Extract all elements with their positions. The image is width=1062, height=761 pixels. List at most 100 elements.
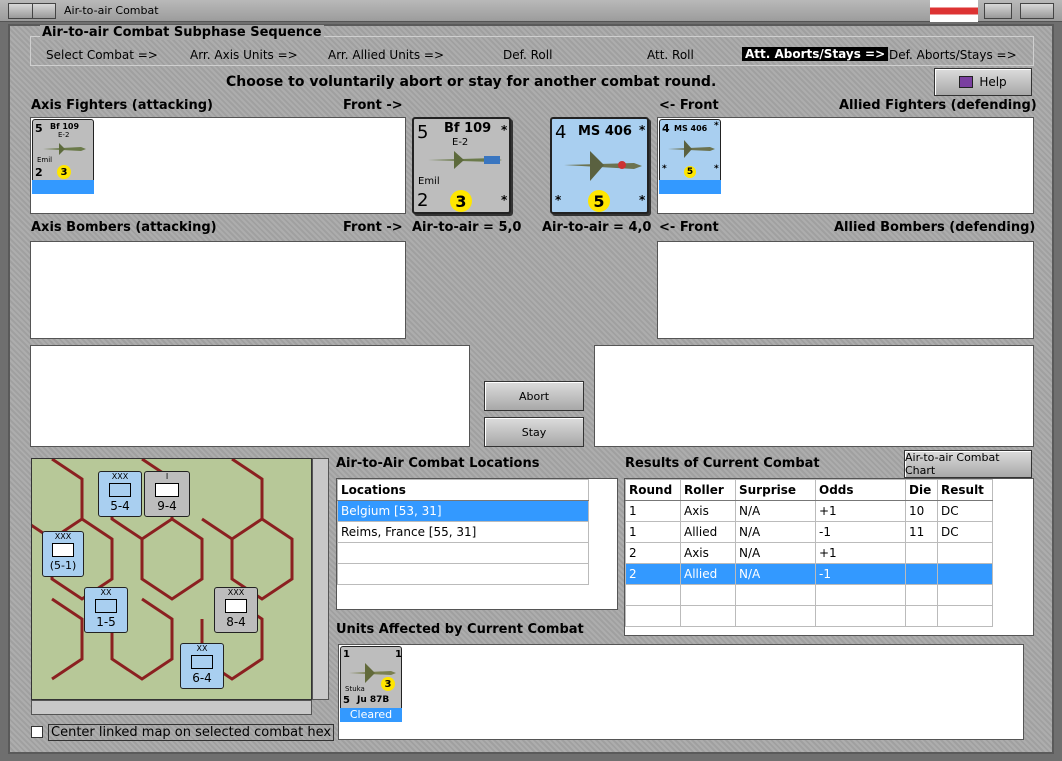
help-book-icon: [959, 76, 974, 88]
counter-bottom-value: 2: [35, 166, 43, 179]
maximize-button[interactable]: [984, 3, 1012, 19]
stay-button[interactable]: Stay: [484, 417, 584, 447]
map-vertical-scrollbar[interactable]: [312, 458, 329, 700]
center-map-label: Center linked map on selected combat hex: [48, 724, 335, 741]
front-left-label-2: <- Front: [659, 220, 719, 235]
map-counter[interactable]: XXX 8-4: [214, 587, 258, 633]
allied-bombers-box[interactable]: [657, 241, 1034, 339]
allied-large-value: 5: [588, 190, 610, 212]
small-allied-star1: *: [714, 121, 719, 131]
minimize-button[interactable]: [32, 3, 56, 19]
front-left-label: <- Front: [659, 98, 719, 113]
fighter-plane-icon: [564, 151, 642, 181]
allied-large-top: 4: [555, 122, 567, 143]
seq-step-def-aborts: Def. Aborts/Stays =>: [889, 48, 1017, 62]
counter-pilot: Emil: [37, 156, 53, 164]
map-counter[interactable]: I 9-4: [144, 471, 190, 517]
affected-unit-name: Ju 87B: [357, 695, 390, 705]
large-counter-star2: *: [501, 193, 508, 207]
map-horizontal-scrollbar[interactable]: [31, 700, 312, 715]
results-col-odds: Odds: [815, 479, 906, 501]
linked-map[interactable]: XXX 5-4 I 9-4 XXX (5-1) XX 1-5 XX 6-4 XXX 8-4: [31, 458, 312, 700]
large-counter-name: Bf 109: [444, 121, 492, 136]
location-row[interactable]: [337, 563, 589, 585]
table-row[interactable]: [625, 605, 993, 627]
map-counter[interactable]: XXX (5-1): [42, 531, 84, 577]
results-col-roller: Roller: [680, 479, 736, 501]
map-counter[interactable]: XXX 5-4: [98, 471, 142, 517]
table-row[interactable]: 1 Axis N/A +1 10 DC: [625, 500, 993, 522]
affected-units-box: [338, 644, 1024, 740]
map-counter[interactable]: XX 1-5: [84, 587, 128, 633]
large-counter-pilot: Emil: [418, 176, 440, 187]
allied-air-value: Air-to-air = 4,0: [542, 220, 652, 235]
counter-top-value: 5: [35, 122, 43, 135]
small-allied-top: 4: [662, 122, 670, 135]
small-allied-star3: *: [714, 164, 719, 174]
small-allied-name: MS 406: [674, 124, 708, 133]
instruction-text: Choose to voluntarily abort or stay for …: [226, 74, 717, 90]
affected-unit-status: Cleared: [340, 708, 402, 722]
axis-bombers-label: Axis Bombers (attacking): [31, 220, 217, 235]
map-counter[interactable]: XX 6-4: [180, 643, 224, 689]
locations-column-header: Locations: [337, 479, 589, 501]
selection-bar: [659, 180, 721, 194]
results-col-surprise: Surprise: [735, 479, 816, 501]
axis-info-box: [30, 345, 470, 447]
table-row[interactable]: 1 Allied N/A -1 11 DC: [625, 521, 993, 543]
counter-combat-value: 3: [57, 165, 71, 179]
large-counter-variant: E-2: [452, 137, 469, 148]
results-table-box: Round Roller Surprise Odds Die Result 1A…: [624, 478, 1034, 636]
fighter-plane-icon: [428, 151, 502, 169]
axis-fighter-counter-small[interactable]: 5 Bf 109 E-2 Emil 2 3: [32, 119, 94, 194]
axis-fighter-counter-large[interactable]: 5 Bf 109 E-2 * Emil 2 3 *: [412, 117, 511, 214]
center-map-checkbox[interactable]: [31, 726, 43, 738]
seq-step-arr-axis: Arr. Axis Units =>: [190, 48, 298, 62]
axis-fighters-label: Axis Fighters (attacking): [31, 98, 213, 113]
front-right-label-2: Front ->: [343, 220, 403, 235]
allied-large-star2: *: [555, 193, 562, 207]
allied-fighter-counter-large[interactable]: 4 MS 406 * * 5 *: [550, 117, 649, 214]
table-row[interactable]: [625, 584, 993, 606]
axis-bombers-box[interactable]: [30, 241, 406, 339]
sequence-header: Air-to-air Combat Subphase Sequence: [40, 25, 324, 40]
small-allied-value: 5: [684, 166, 696, 178]
counter-variant: E-2: [58, 131, 70, 139]
affected-unit-right: 1: [395, 649, 402, 660]
table-row[interactable]: 2 Allied N/A -1: [625, 563, 993, 585]
seq-step-select-combat: Select Combat =>: [46, 48, 158, 62]
locations-title: Air-to-Air Combat Locations: [336, 456, 540, 471]
location-row[interactable]: [337, 542, 589, 564]
allied-bombers-label: Allied Bombers (defending): [834, 220, 1036, 235]
location-row[interactable]: Reims, France [55, 31]: [337, 521, 589, 543]
air-combat-chart-button[interactable]: Air-to-air Combat Chart: [904, 450, 1032, 478]
allied-large-name: MS 406: [578, 124, 632, 139]
locations-list[interactable]: Locations Belgium [53, 31] Reims, France…: [336, 478, 618, 610]
affected-title: Units Affected by Current Combat: [336, 622, 584, 637]
small-allied-star2: *: [662, 164, 667, 174]
large-counter-star: *: [501, 123, 508, 137]
close-button[interactable]: [1020, 3, 1054, 19]
seq-step-arr-allied: Arr. Allied Units =>: [328, 48, 445, 62]
counter-name: Bf 109: [50, 122, 80, 131]
table-row[interactable]: 2 Axis N/A +1: [625, 542, 993, 564]
results-table: Round Roller Surprise Odds Die Result 1A…: [625, 479, 993, 627]
window-title: Air-to-air Combat: [64, 4, 159, 17]
flag-icon: [930, 0, 978, 22]
affected-unit-type: Stuka: [345, 685, 365, 693]
allied-info-box: [594, 345, 1034, 447]
affected-unit-value: 3: [381, 677, 395, 691]
location-row[interactable]: Belgium [53, 31]: [337, 500, 589, 522]
front-right-label: Front ->: [343, 98, 403, 113]
affected-unit-left: 5: [343, 695, 350, 706]
affected-unit-counter[interactable]: 1 1 Stuka 3 5 Ju 87B Cleared: [340, 646, 402, 722]
abort-button[interactable]: Abort: [484, 381, 584, 411]
fighter-plane-icon: [43, 143, 86, 155]
allied-fighter-counter-small[interactable]: 4 MS 406 * * 5 *: [659, 119, 721, 194]
allied-fighters-label: Allied Fighters (defending): [839, 98, 1037, 113]
seq-step-def-roll: Def. Roll: [503, 48, 553, 62]
large-counter-top: 5: [417, 122, 429, 143]
fighter-plane-icon: [668, 140, 715, 158]
seq-step-att-aborts: Att. Aborts/Stays =>: [742, 47, 889, 61]
help-button[interactable]: Help: [934, 68, 1032, 96]
